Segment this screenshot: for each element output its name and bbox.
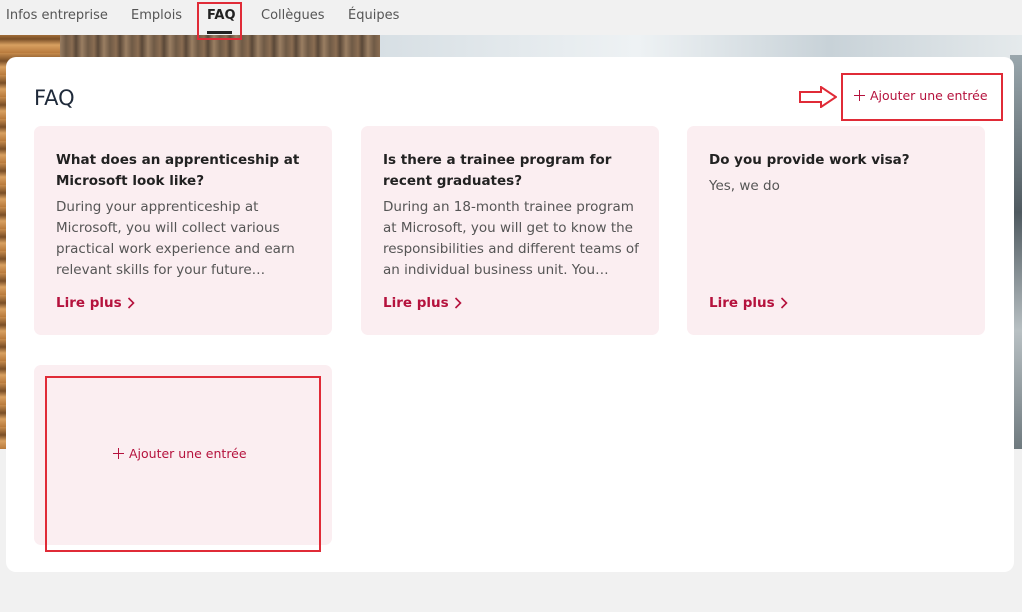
add-entry-card-button[interactable]: Ajouter une entrée [113,446,247,461]
active-tab-indicator [207,31,232,34]
read-more-link[interactable]: Lire plus [56,295,135,311]
add-entry-card-label: Ajouter une entrée [129,446,247,461]
chevron-right-icon [780,297,788,309]
plus-icon [113,448,124,459]
add-entry-label: Ajouter une entrée [870,88,988,103]
faq-question: What does an apprenticeship at Microsoft… [56,152,300,189]
tab-emplois[interactable]: Emplois [131,8,182,23]
add-entry-card[interactable]: Ajouter une entrée [34,365,332,545]
faq-question: Is there a trainee program for recent gr… [383,152,612,189]
faq-question: Do you provide work visa? [709,152,910,168]
read-more-label: Lire plus [709,295,775,311]
faq-answer: During an 18-month trainee program at Mi… [383,199,639,278]
chevron-right-icon [454,297,462,309]
faq-card[interactable]: Do you provide work visa? Yes, we do Lir… [687,126,985,335]
faq-card[interactable]: What does an apprenticeship at Microsoft… [34,126,332,335]
page-title: FAQ [34,86,75,110]
tab-bar: Infos entreprise Emplois FAQ Collègues É… [0,0,1022,35]
add-entry-button[interactable]: Ajouter une entrée [854,88,988,103]
chevron-right-icon [127,297,135,309]
tab-collegues[interactable]: Collègues [261,8,325,23]
faq-answer: During your apprenticeship at Microsoft,… [56,199,295,278]
tab-infos-entreprise[interactable]: Infos entreprise [6,8,108,23]
faq-answer: Yes, we do [709,178,780,194]
read-more-link[interactable]: Lire plus [383,295,462,311]
tab-faq[interactable]: FAQ [207,8,236,23]
arrow-right-icon [799,86,837,108]
faq-card[interactable]: Is there a trainee program for recent gr… [361,126,659,335]
tab-equipes[interactable]: Équipes [348,8,399,23]
plus-icon [854,90,865,101]
read-more-label: Lire plus [56,295,122,311]
read-more-link[interactable]: Lire plus [709,295,788,311]
read-more-label: Lire plus [383,295,449,311]
